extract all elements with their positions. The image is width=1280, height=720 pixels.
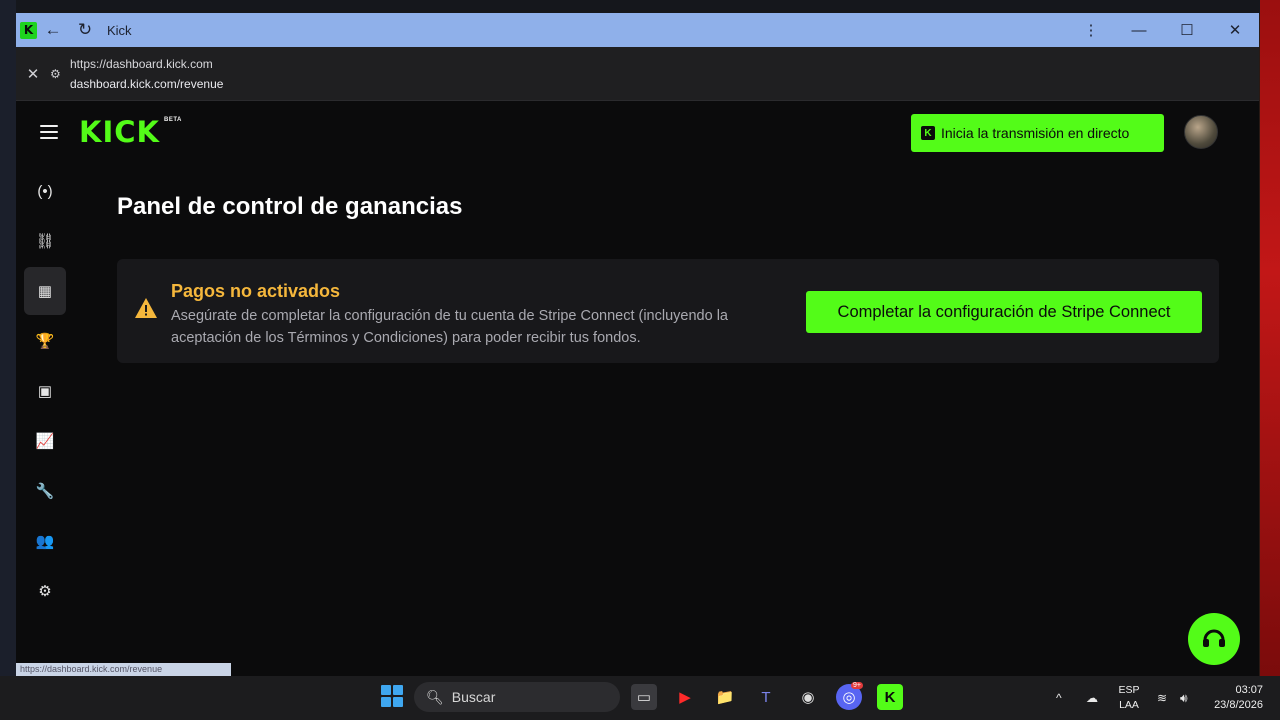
page-title: Panel de control de ganancias xyxy=(117,193,463,220)
browser-window: K ← ↻ Kick ⋮ — ☐ ✕ ✕ ⚙ https://dashboard… xyxy=(16,13,1259,676)
support-button[interactable] xyxy=(1188,613,1240,665)
taskbar: 🔍︎ Buscar ▭ ▶ 📁 T ◉ ◎ 9+ K ^ ☁ ESP LAA ≋… xyxy=(0,676,1280,720)
analytics-icon: 📈 xyxy=(35,433,55,450)
chevron-up-icon[interactable]: ^ xyxy=(1056,676,1070,720)
cloud-icon[interactable]: ☁ xyxy=(1086,676,1102,720)
task-view-icon[interactable]: ▭ xyxy=(631,684,657,710)
app-header: KICK BETA K Inicia la transmisión en dir… xyxy=(16,101,1259,165)
url-bar: ✕ ⚙ https://dashboard.kick.com dashboard… xyxy=(16,47,1259,101)
kick-taskbar-icon[interactable]: K xyxy=(877,684,903,710)
start-button[interactable] xyxy=(381,685,403,707)
clock[interactable]: 03:07 23/8/2026 xyxy=(1207,683,1263,713)
teams-icon[interactable]: T xyxy=(753,684,779,710)
close-icon[interactable]: ✕ xyxy=(16,65,50,83)
complete-stripe-button[interactable]: Completar la configuración de Stripe Con… xyxy=(806,291,1202,333)
back-icon[interactable]: ← xyxy=(37,13,69,47)
kick-dashboard: KICK BETA K Inicia la transmisión en dir… xyxy=(16,101,1259,676)
wifi-icon[interactable]: ≋ xyxy=(1157,676,1173,720)
go-live-button[interactable]: K Inicia la transmisión en directo xyxy=(911,114,1164,152)
beta-badge: BETA xyxy=(164,117,182,123)
discord-badge: 9+ xyxy=(851,682,863,689)
sidebar-item-tools[interactable]: 🔧 xyxy=(24,467,66,515)
live-icon: (•) xyxy=(37,182,53,200)
reload-icon[interactable]: ↻ xyxy=(69,13,101,47)
avatar[interactable] xyxy=(1184,115,1218,149)
sidebar-item-community[interactable]: 👥 xyxy=(24,517,66,565)
settings-icon: ⚙ xyxy=(38,583,52,600)
minimize-button[interactable]: — xyxy=(1115,13,1163,47)
title-bar: K ← ↻ Kick ⋮ — ☐ ✕ xyxy=(16,13,1259,47)
clock-date: 23/8/2026 xyxy=(1214,699,1263,711)
sidebar-item-settings[interactable]: ⚙ xyxy=(24,567,66,615)
sidebar-item-achievements[interactable]: 🏆 xyxy=(24,317,66,365)
site-settings-icon[interactable]: ⚙ xyxy=(50,67,70,81)
link-icon: ⛓ xyxy=(35,233,55,250)
lang-top: ESP xyxy=(1118,684,1140,696)
window-title: Kick xyxy=(107,22,132,38)
maximize-button[interactable]: ☐ xyxy=(1163,13,1211,47)
search-placeholder: Buscar xyxy=(451,689,496,705)
lang-bottom: LAA xyxy=(1119,699,1139,711)
taskbar-search[interactable]: 🔍︎ Buscar xyxy=(414,682,620,712)
more-menu-icon[interactable]: ⋮ xyxy=(1067,13,1115,47)
status-link-preview: https://dashboard.kick.com/revenue xyxy=(16,663,231,676)
url-origin[interactable]: https://dashboard.kick.com xyxy=(70,57,223,71)
sidebar-item-analytics[interactable]: 📈 xyxy=(24,417,66,465)
desktop-top xyxy=(0,0,1280,14)
trophy-icon: 🏆 xyxy=(35,333,55,350)
video-icon: ▣ xyxy=(37,383,53,400)
kick-app-icon: K xyxy=(20,21,37,39)
sidebar-item-revenue[interactable]: ▦ xyxy=(24,267,66,315)
sidebar: (•) ⛓ ▦ 🏆 ▣ 📈 🔧 👥 ⚙ xyxy=(24,165,66,676)
kick-logo[interactable]: KICK xyxy=(79,116,160,148)
sidebar-item-live[interactable]: (•) xyxy=(24,167,66,215)
obs-icon[interactable]: ◉ xyxy=(795,684,821,710)
kick-k-icon: K xyxy=(921,126,935,140)
payments-alert: Pagos no activados Asegúrate de completa… xyxy=(117,259,1219,363)
warning-icon xyxy=(135,298,157,318)
desktop-left xyxy=(0,0,16,680)
menu-icon[interactable] xyxy=(40,125,58,139)
wrench-icon: 🔧 xyxy=(35,483,55,500)
volume-icon[interactable]: 🔊︎ xyxy=(1180,676,1196,720)
alert-body: Asegúrate de completar la configuración … xyxy=(171,308,728,346)
go-live-label: Inicia la transmisión en directo xyxy=(941,125,1130,141)
headset-icon xyxy=(1203,629,1225,647)
close-window-button[interactable]: ✕ xyxy=(1211,13,1259,47)
alert-title: Pagos no activados xyxy=(171,281,341,301)
community-icon: 👥 xyxy=(35,533,55,550)
main-content: Panel de control de ganancias Pagos no a… xyxy=(117,165,1219,363)
language-indicator[interactable]: ESP LAA xyxy=(1116,683,1142,713)
clock-time: 03:07 xyxy=(1235,684,1263,696)
revenue-icon: ▦ xyxy=(37,283,53,300)
url-path[interactable]: dashboard.kick.com/revenue xyxy=(70,77,223,91)
file-explorer-icon[interactable]: 📁 xyxy=(712,684,738,710)
search-icon: 🔍︎ xyxy=(426,688,444,705)
sidebar-item-videos[interactable]: ▣ xyxy=(24,367,66,415)
sidebar-item-links[interactable]: ⛓ xyxy=(24,217,66,265)
desktop-right xyxy=(1260,0,1280,680)
youtube-icon[interactable]: ▶ xyxy=(672,684,698,710)
